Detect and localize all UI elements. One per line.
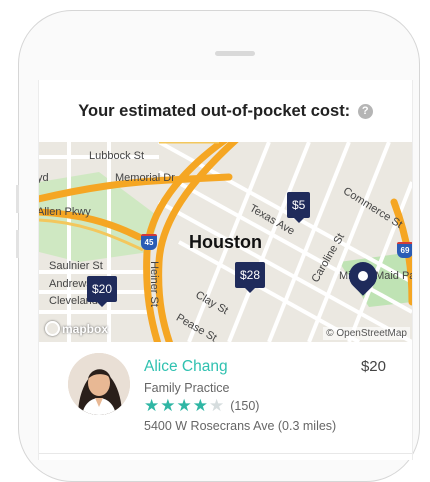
cost-heading: Your estimated out-of-pocket cost: ? [39, 102, 412, 121]
mapbox-icon [45, 321, 60, 336]
doctor-photo [68, 353, 130, 415]
star-icon: ★ [144, 396, 160, 415]
city-label: Houston [189, 232, 262, 252]
star-icon: ★ [192, 396, 208, 415]
mapbox-logo[interactable]: mapbox [45, 321, 108, 336]
star-empty-icon: ★ [209, 396, 225, 415]
street-label: Heiner St [147, 261, 160, 307]
price-pin[interactable]: $20 [87, 276, 118, 307]
street-label: Andrews [49, 278, 92, 290]
doctor-avatar [68, 353, 130, 415]
doctor-address: 5400 W Rosecrans Ave (0.3 miles) [144, 419, 337, 433]
phone-side-button [16, 185, 19, 213]
price-pin[interactable]: $28 [235, 262, 266, 293]
phone-speaker [215, 51, 255, 56]
star-icon: ★ [160, 396, 176, 415]
question-icon[interactable]: ? [357, 104, 373, 119]
osm-attribution[interactable]: © OpenStreetMap [323, 327, 410, 340]
card-divider [39, 453, 412, 454]
street-label: Allen Pkwy [39, 206, 91, 218]
star-icon: ★ [176, 396, 192, 415]
street-label: Lubbock St [89, 150, 145, 162]
doctor-specialty: Family Practice [144, 381, 230, 395]
doctor-card[interactable]: Alice Chang $20 Family Practice ★ ★ ★ ★ … [39, 342, 412, 460]
phone-side-button [16, 230, 19, 258]
street-label: yd [39, 172, 49, 184]
doctor-price: $20 [360, 358, 386, 375]
doctor-name[interactable]: Alice Chang [144, 358, 228, 376]
mapbox-label: mapbox [62, 322, 109, 336]
street-label: Saulnier St [49, 260, 103, 272]
street-label: Memorial Dr [115, 172, 175, 184]
doctor-rating: ★ ★ ★ ★ ★ (150) [144, 397, 259, 415]
cost-heading-label: Your estimated out-of-pocket cost: [78, 102, 351, 120]
map-view[interactable]: Lubbock St Memorial Dr Allen Pkwy Texas … [39, 142, 412, 342]
highway-shield-icon: 45 [141, 234, 157, 250]
review-count: (150) [230, 399, 260, 413]
price-pin[interactable]: $5 [287, 192, 311, 223]
highway-shield-icon: 69 [397, 242, 412, 258]
app-screen: Your estimated out-of-pocket cost: ? Lub… [38, 80, 413, 460]
